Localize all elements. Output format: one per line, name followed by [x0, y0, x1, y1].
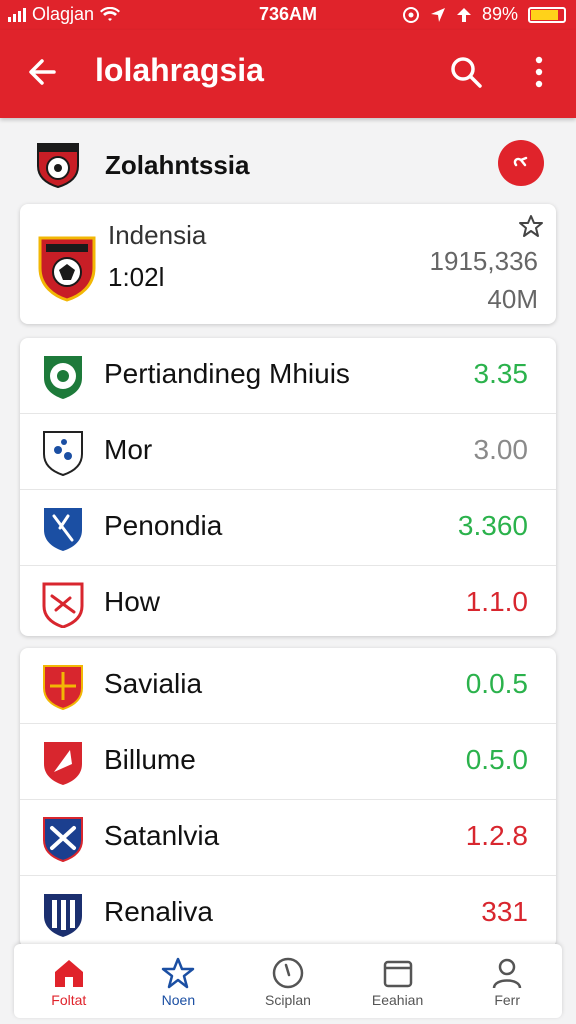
- team-odds: 331: [481, 896, 528, 927]
- team-name: Penondia: [104, 510, 223, 541]
- team-name: Billume: [104, 744, 196, 775]
- team-odds: 0.5.0: [465, 744, 528, 775]
- team-odds: 3.35: [473, 358, 529, 389]
- status-bar: Olagjan 736AM 89%: [0, 0, 576, 30]
- list-item[interactable]: Savialia 0.0.5: [20, 648, 556, 724]
- nav-tab-calendar[interactable]: Eeahian: [343, 944, 453, 1018]
- league-header: Zolahntssia: [0, 130, 576, 200]
- nav-label: Noen: [161, 992, 196, 1008]
- location-icon: [430, 7, 445, 22]
- alarm-icon: [402, 6, 419, 23]
- battery-icon: [528, 6, 566, 23]
- featured-stat-secondary: 40M: [487, 284, 538, 314]
- team-list-secondary: Savialia 0.0.5 Billume 0.5.0 Satanlvia 1…: [20, 648, 556, 948]
- nav-label: Sciplan: [265, 992, 311, 1008]
- more-vert-icon[interactable]: [522, 52, 556, 92]
- home-icon: [54, 960, 83, 987]
- app-bar: lolahragsia: [0, 30, 576, 118]
- share-icon: [513, 156, 528, 167]
- team-odds: 3.360: [457, 510, 528, 541]
- team-odds: 3.00: [473, 434, 529, 465]
- featured-stat-primary: 1915,336: [429, 246, 538, 276]
- nav-tab-home[interactable]: Foltat: [14, 944, 124, 1018]
- clock-icon: [272, 957, 304, 989]
- nav-label: Eeahian: [371, 992, 424, 1008]
- user-icon: [492, 958, 522, 989]
- page-title: lolahragsia: [95, 52, 264, 88]
- list-item[interactable]: Mor 3.00: [20, 414, 556, 490]
- league-name: Zolahntssia: [105, 150, 250, 180]
- team-name: Renaliva: [104, 896, 213, 927]
- bottom-navigation: Foltat Noen Sciplan Eeahian Ferr: [14, 944, 562, 1018]
- team-badge-icon: [43, 817, 83, 862]
- star-icon: [162, 957, 195, 989]
- team-name: Pertiandineg Mhiuis: [104, 358, 350, 389]
- list-item[interactable]: Penondia 3.360: [20, 490, 556, 566]
- team-badge-icon: [44, 508, 82, 551]
- list-item[interactable]: Satanlvia 1.2.8: [20, 800, 556, 876]
- nav-tab-profile[interactable]: Ferr: [452, 944, 562, 1018]
- battery-percent: 89%: [481, 4, 518, 24]
- team-name: Mor: [104, 434, 153, 465]
- team-logo-icon: [38, 236, 96, 302]
- nfc-icon: [456, 7, 471, 22]
- arrow-left-icon[interactable]: [24, 52, 64, 92]
- team-badge-icon: [42, 582, 84, 628]
- team-name: How: [104, 586, 161, 617]
- share-button[interactable]: [498, 140, 544, 186]
- match-score: 1:02l: [108, 262, 165, 292]
- calendar-icon: [383, 960, 412, 988]
- list-item[interactable]: Billume 0.5.0: [20, 724, 556, 800]
- list-item[interactable]: Renaliva 331: [20, 876, 556, 951]
- nav-label: Ferr: [494, 992, 520, 1008]
- team-name: Indensia: [108, 220, 207, 250]
- league-logo-icon: [37, 143, 79, 188]
- team-badge-icon: [43, 665, 83, 710]
- search-icon[interactable]: [446, 52, 486, 92]
- team-badge-icon: [43, 431, 83, 476]
- team-list-primary: Pertiandineg Mhiuis 3.35 Mor 3.00 Penond…: [20, 338, 556, 636]
- team-name: Satanlvia: [104, 820, 220, 851]
- list-item[interactable]: How 1.1.0: [20, 566, 556, 641]
- list-item[interactable]: Pertiandineg Mhiuis 3.35: [20, 338, 556, 414]
- nav-tab-schedule[interactable]: Sciplan: [233, 944, 343, 1018]
- featured-match-card[interactable]: Indensia 1:02l 1915,336 40M: [20, 204, 556, 324]
- team-odds: 0.0.5: [465, 668, 528, 699]
- team-name: Savialia: [104, 668, 203, 699]
- nav-tab-favorites[interactable]: Noen: [124, 944, 234, 1018]
- star-outline-icon[interactable]: [518, 214, 544, 238]
- team-odds: 1.1.0: [465, 586, 528, 617]
- team-badge-icon: [44, 894, 82, 937]
- team-badge-icon: [44, 356, 82, 399]
- team-odds: 1.2.8: [465, 820, 528, 851]
- team-badge-icon: [44, 742, 82, 785]
- nav-label: Foltat: [51, 992, 87, 1008]
